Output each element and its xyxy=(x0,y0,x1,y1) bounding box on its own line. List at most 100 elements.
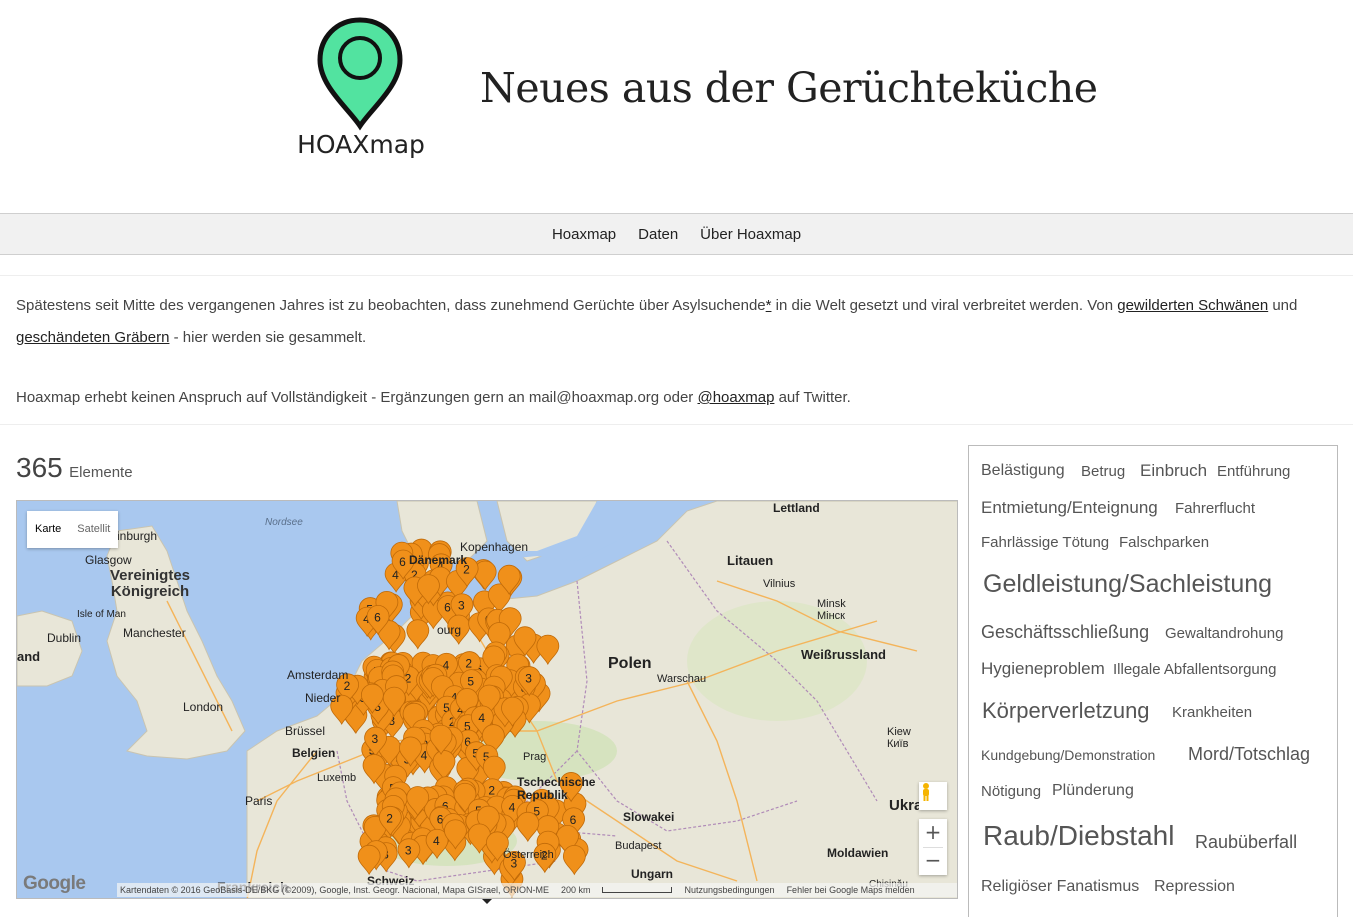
map-marker-count: 3 xyxy=(458,599,465,613)
hoaxmap-logo[interactable]: HOAXmap xyxy=(296,16,426,166)
link-geschaendete-graeber[interactable]: geschändeten Gräbern xyxy=(16,329,169,346)
map-marker-count: 3 xyxy=(372,732,379,746)
tag-item[interactable]: Betrug xyxy=(1081,463,1125,480)
label-ireland: and xyxy=(17,649,41,664)
label-dublin: Dublin xyxy=(47,631,82,645)
nav-item-hoaxmap[interactable]: Hoaxmap xyxy=(552,226,616,243)
zoom-divider xyxy=(923,847,943,848)
tag-item[interactable]: Falschparken xyxy=(1119,534,1209,551)
terms-link[interactable]: Nutzungsbedingungen xyxy=(684,883,774,897)
tag-item[interactable]: Hygieneproblem xyxy=(981,659,1105,679)
site-title: Neues aus der Gerüchteküche xyxy=(480,64,1098,112)
logo-text: HOAXmap xyxy=(297,130,425,159)
map-marker-count: 6 xyxy=(399,555,406,569)
count-number: 365 xyxy=(16,452,63,483)
label-slowakei: Slowakei xyxy=(623,810,675,824)
note-part1: Hoaxmap erhebt keinen Anspruch auf Volls… xyxy=(16,389,698,406)
tag-item[interactable]: Fahrlässige Tötung xyxy=(981,534,1109,551)
label-kiew: Kiew Київ xyxy=(887,726,911,750)
label-tschechien: Tschechische Republik xyxy=(517,775,596,802)
count-label: Elemente xyxy=(69,464,133,481)
label-polen: Polen xyxy=(608,655,652,672)
tag-item[interactable]: Nötigung xyxy=(981,783,1041,800)
label-edinburgh: inburgh xyxy=(117,529,158,543)
label-glasgow: Glasgow xyxy=(85,553,132,567)
map-type-satellit-button[interactable]: Satellit xyxy=(69,511,118,548)
note-part2: auf Twitter. xyxy=(774,389,851,406)
label-ungarn: Ungarn xyxy=(631,867,673,881)
divider xyxy=(0,275,1353,276)
label-niederlande: Nieder xyxy=(305,691,341,705)
link-gewilderte-schwaene[interactable]: gewilderten Schwänen xyxy=(1117,297,1268,314)
nav-item-ueber[interactable]: Über Hoaxmap xyxy=(700,226,801,243)
map-marker-count: 6 xyxy=(444,600,451,614)
tag-item[interactable]: Fahrerflucht xyxy=(1175,500,1255,517)
label-moldawien: Moldawien xyxy=(827,846,889,860)
tag-item[interactable]: Einbruch xyxy=(1140,461,1207,481)
tag-item[interactable]: Geschäftsschließung xyxy=(981,622,1149,643)
intro-part3: und xyxy=(1268,297,1298,314)
map-marker-count: 6 xyxy=(570,813,577,827)
label-budapest: Budapest xyxy=(615,840,662,852)
label-daenemark: Dänemark xyxy=(409,553,468,567)
map-marker-count: 5 xyxy=(467,675,474,689)
tag-item[interactable]: Belästigung xyxy=(981,462,1065,480)
label-manchester: Manchester xyxy=(123,626,186,640)
label-prag: Prag xyxy=(523,751,547,763)
label-paris: Paris xyxy=(245,794,273,808)
map-marker-count: 4 xyxy=(433,834,440,848)
label-hamburg: ourg xyxy=(437,623,462,637)
google-map[interactable]: 3654624634562235463665535355352242563242… xyxy=(16,500,958,899)
tag-item[interactable]: Raubüberfall xyxy=(1195,832,1297,853)
divider xyxy=(0,424,1353,425)
tag-item[interactable]: Kundgebung/Demonstration xyxy=(981,747,1155,763)
tag-item[interactable]: Körperverletzung xyxy=(982,698,1150,724)
label-warschau: Warschau xyxy=(657,673,707,685)
map-canvas[interactable]: 3654624634562235463665535355352242563242… xyxy=(17,501,958,899)
tag-item[interactable]: Plünderung xyxy=(1052,782,1134,800)
tag-item[interactable]: Geldleistung/Sachleistung xyxy=(983,570,1272,599)
map-marker-count: 3 xyxy=(405,844,412,858)
label-isle-of-man: Isle of Man xyxy=(77,609,126,620)
google-logo[interactable]: Google xyxy=(23,873,86,895)
tag-item[interactable]: Repression xyxy=(1154,878,1235,896)
label-minsk: Minsk Мінск xyxy=(817,598,846,622)
tag-item[interactable]: Raub/Diebstahl xyxy=(983,820,1174,852)
twitter-link[interactable]: @hoaxmap xyxy=(697,389,774,406)
tag-item[interactable]: Entführung xyxy=(1217,463,1290,480)
map-marker-count: 4 xyxy=(478,711,485,725)
label-amsterdam: Amsterdam xyxy=(287,668,349,682)
map-marker-count: 4 xyxy=(509,800,516,814)
map-pin-icon xyxy=(317,17,403,131)
label-litauen: Litauen xyxy=(727,553,774,568)
main-nav: Hoaxmap Daten Über Hoaxmap xyxy=(0,213,1353,255)
report-error-link[interactable]: Fehler bei Google Maps melden xyxy=(787,883,915,897)
nav-item-daten[interactable]: Daten xyxy=(638,226,678,243)
tag-item[interactable]: Entmietung/Enteignung xyxy=(981,498,1158,518)
label-weissrussland: Weißrussland xyxy=(801,647,887,662)
intro-text: Spätestens seit Mitte des vergangenen Ja… xyxy=(16,290,1336,354)
zoom-out-button[interactable]: − xyxy=(919,847,947,875)
label-lettland: Lettland xyxy=(773,501,820,515)
note-text: Hoaxmap erhebt keinen Anspruch auf Volls… xyxy=(16,386,851,410)
label-luxemburg: Luxemb xyxy=(317,772,357,784)
attribution-text: Kartendaten © 2016 GeoBasis-DE/BKG (©200… xyxy=(120,885,549,895)
street-view-pegman-icon[interactable] xyxy=(919,782,947,810)
tag-item[interactable]: Religiöser Fanatismus xyxy=(981,878,1139,896)
label-brussel: Brüssel xyxy=(285,724,326,738)
label-nordsee: Nordsee xyxy=(265,517,303,528)
tag-item[interactable]: Mord/Totschlag xyxy=(1188,744,1310,765)
tag-cloud: Belästigung Betrug Einbruch Entführung E… xyxy=(968,445,1338,917)
map-marker-count: 3 xyxy=(525,672,532,686)
map-marker-count: 2 xyxy=(465,657,472,671)
map-marker-count: 2 xyxy=(488,784,495,798)
label-belgien: Belgien xyxy=(292,746,336,760)
tag-item[interactable]: Gewaltandrohung xyxy=(1165,625,1283,642)
tag-item[interactable]: Illegale Abfallentsorgung xyxy=(1113,661,1276,678)
zoom-in-button[interactable]: + xyxy=(919,819,947,847)
label-vilnius: Vilnius xyxy=(763,578,796,590)
zoom-control: + − xyxy=(919,819,947,875)
intro-part4: - hier werden sie gesammelt. xyxy=(169,329,367,346)
tag-item[interactable]: Krankheiten xyxy=(1172,704,1252,721)
map-type-karte-button[interactable]: Karte xyxy=(27,511,69,548)
